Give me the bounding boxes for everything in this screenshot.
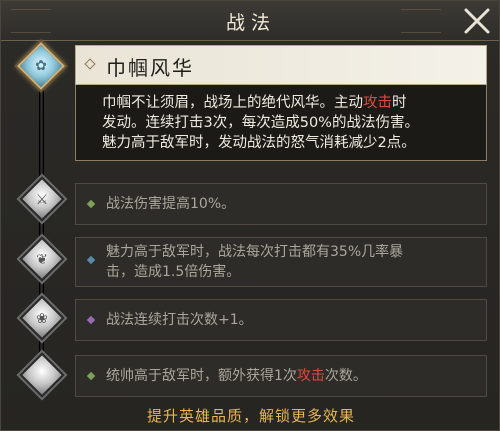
close-icon [464,8,490,34]
diamond-bullet-icon [86,371,96,381]
upgrade-item-4: 统帅高于敌军时，额外获得1次攻击次数。 [75,355,487,397]
skill-desc-line3: 魅力高于敌军时，发动战法的怒气消耗减少2点。 [102,135,416,151]
upgrade-node-1[interactable]: ⚔ [19,176,65,222]
diamond-bullet-icon [86,255,96,265]
upgrade-text-highlight: 攻击 [296,368,325,384]
upgrade-text-line2: 击，造成1.5倍伤害。 [106,264,241,280]
skill-desc-line2: 发动。连续打击3次，每次造成50%的战法伤害。 [102,115,419,131]
skill-desc-line1-end: 时 [392,95,407,111]
window-title: 战法 [225,12,276,34]
lotus-emblem-icon: ❀ [36,311,48,327]
diamond-bullet-icon [86,315,96,325]
upgrade-text: 战法连续打击次数+1。 [106,312,253,328]
blank-emblem-icon [28,361,56,389]
skill-detail-panel: 战法 ✿ 巾帼风华 巾帼不让须眉，战场上的绝代风华。主动攻击时 发动。连续打击3… [0,0,500,431]
upgrade-item-1: 战法伤害提高10%。 [75,183,487,225]
sword-emblem-icon: ⚔ [35,192,49,208]
close-button[interactable] [461,5,493,37]
skill-desc-line1: 巾帼不让须眉，战场上的绝代风华。主动 [102,95,363,111]
title-bar: 战法 [1,1,499,41]
upgrade-text-line1: 魅力高于敌军时，战法每次打击都有35%几率暴 [106,244,404,260]
skill-main-node[interactable]: ✿ [16,41,66,91]
diamond-bullet-icon [84,58,96,70]
skill-desc-highlight: 攻击 [363,95,392,111]
diamond-bullet-icon [86,199,96,209]
skill-header: 巾帼风华 [75,45,487,85]
upgrade-text-post: 次数。 [324,368,367,384]
dragon-emblem-icon: ❦ [36,252,48,268]
skill-name: 巾帼风华 [106,56,194,80]
upgrade-node-4[interactable] [19,352,65,398]
upgrade-node-2[interactable]: ❦ [19,236,65,282]
upgrade-item-2: 魅力高于敌军时，战法每次打击都有35%几率暴 击，造成1.5倍伤害。 [75,237,487,287]
upgrade-text-pre: 统帅高于敌军时，额外获得1次 [106,368,297,384]
upgrade-text: 战法伤害提高10%。 [106,196,236,212]
upgrade-item-3: 战法连续打击次数+1。 [75,299,487,341]
skill-emblem-icon: ✿ [35,58,47,74]
upgrade-node-3[interactable]: ❀ [19,295,65,341]
unlock-hint: 提升英雄品质，解锁更多效果 [146,407,355,425]
skill-description: 巾帼不让须眉，战场上的绝代风华。主动攻击时 发动。连续打击3次，每次造成50%的… [75,85,487,161]
